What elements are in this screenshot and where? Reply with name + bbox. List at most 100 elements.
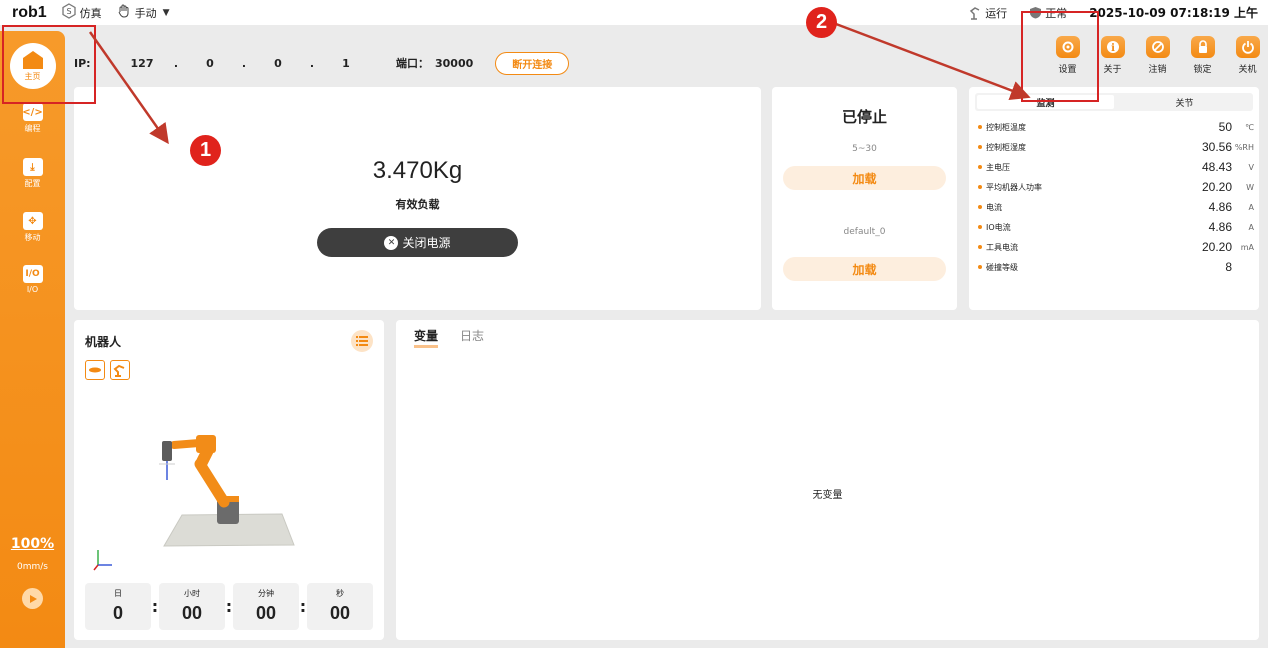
power-off-button[interactable]: ✕ 关闭电源	[317, 228, 518, 257]
sidebar-item-home[interactable]: 主页	[7, 43, 58, 89]
robot-view-button[interactable]	[110, 360, 130, 380]
velocity-readout: 0mm/s	[17, 562, 48, 572]
lock-icon	[1190, 36, 1215, 58]
play-icon	[29, 594, 37, 603]
monitor-name: 控制柜湿度	[986, 142, 1026, 152]
manual-mode-dropdown[interactable]: 手动 ▼	[116, 3, 170, 22]
home-icon	[22, 51, 43, 69]
monitor-value: 20.20	[1201, 240, 1232, 254]
program-range: 5~30	[852, 144, 877, 154]
timer-value: 00	[181, 603, 203, 623]
ip-octet-field[interactable]: 0	[258, 57, 298, 70]
timer-separator: :	[225, 597, 233, 616]
health-status-label: 正常	[1045, 6, 1068, 20]
tab-monitor[interactable]: 监测	[977, 95, 1114, 109]
base-view-button[interactable]	[85, 360, 105, 380]
tab-joints[interactable]: 关节	[1116, 93, 1253, 111]
monitor-value: 48.43	[1201, 160, 1232, 174]
sidebar-item-io[interactable]: I/O I/O	[0, 265, 65, 294]
ip-separator: .	[309, 56, 315, 70]
runtime-timer: 日 0 : 小时 00 : 分钟 00 : 秒 00	[85, 583, 373, 630]
monitor-value: 50	[1218, 120, 1232, 134]
speed-percentage[interactable]: 100%	[0, 536, 65, 552]
robot-arm-icon	[113, 364, 125, 377]
monitor-name: 工具电流	[986, 242, 1018, 252]
disconnect-button[interactable]: 断开连接	[495, 51, 570, 75]
hexagon-s-icon: S	[61, 3, 77, 22]
robot-3d-view[interactable]	[74, 390, 384, 600]
monitor-row: 碰撞等级 8	[978, 257, 1254, 277]
shutdown-label: 关机	[1238, 65, 1257, 75]
caret-down-icon: ▼	[162, 7, 170, 18]
about-label: 关于	[1103, 65, 1122, 75]
monitor-unit: ℃	[1245, 122, 1254, 132]
timer-seconds: 秒 00	[307, 583, 373, 630]
timer-hours: 小时 00	[159, 583, 225, 630]
load-default-button[interactable]: 加载	[783, 257, 946, 281]
connection-bar: IP: 127 . 0 . 0 . 1 端口： 30000 断开连接	[74, 50, 570, 76]
ip-octet-field[interactable]: 127	[122, 57, 162, 70]
timer-label: 秒	[336, 589, 344, 598]
payload-panel: 3.470Kg 有效负载 ✕ 关闭电源	[74, 87, 761, 310]
settings-label: 设置	[1058, 65, 1077, 75]
download-icon: ⤓	[22, 158, 43, 176]
lock-label: 锁定	[1193, 65, 1212, 75]
sidebar-item-config[interactable]: ⤓ 配置	[0, 158, 65, 189]
empty-variables-message: 无变量	[812, 490, 843, 501]
ip-octet-field[interactable]: 1	[326, 57, 366, 70]
code-icon: </>	[22, 103, 43, 121]
port-label: 端口：	[396, 57, 429, 70]
monitor-row: 控制柜湿度 30.56 %RH	[978, 137, 1254, 157]
timer-value: 00	[255, 603, 277, 623]
variables-tabs: 变量 日志	[414, 327, 506, 348]
logout-icon	[1145, 36, 1170, 58]
monitor-row: 控制柜温度 50 ℃	[978, 117, 1254, 137]
top-bar: rob1 S 仿真 手动 ▼ 运行 正常 2025-10-09 07:18:19…	[0, 0, 1268, 25]
timer-label: 小时	[184, 589, 200, 598]
list-menu-button[interactable]	[351, 330, 373, 352]
app-title: rob1	[12, 3, 47, 21]
sidebar-item-move[interactable]: ✥ 移动	[0, 212, 65, 243]
monitor-value: 4.86	[1208, 220, 1232, 234]
tab-log[interactable]: 日志	[460, 327, 484, 348]
play-button[interactable]	[22, 588, 43, 609]
timer-value: 0	[112, 603, 123, 623]
power-off-label: 关闭电源	[402, 236, 451, 250]
manual-mode-label: 手动	[134, 6, 157, 20]
sidebar-item-program[interactable]: </> 编程	[0, 103, 65, 134]
list-icon	[356, 336, 368, 346]
ip-octet-field[interactable]: 0	[190, 57, 230, 70]
robot-arm-icon	[970, 6, 980, 20]
settings-button[interactable]: 设置	[1045, 36, 1090, 75]
lock-button[interactable]: 锁定	[1180, 36, 1225, 75]
robot-panel-title: 机器人	[85, 335, 122, 349]
monitor-unit: A	[1248, 222, 1254, 232]
power-icon	[1235, 36, 1260, 58]
load-button[interactable]: 加载	[783, 166, 946, 190]
sidebar: 主页 </> 编程 ⤓ 配置 ✥ 移动 I/O I/O 100% 0mm/s B…	[0, 31, 65, 648]
timer-label: 日	[114, 589, 122, 598]
shutdown-button[interactable]: 关机	[1225, 36, 1268, 75]
base-plate-icon	[89, 367, 101, 373]
about-button[interactable]: i 关于	[1090, 36, 1135, 75]
variables-panel: 变量 日志 无变量	[396, 320, 1259, 640]
shield-icon	[1030, 7, 1042, 19]
ip-separator: .	[173, 56, 179, 70]
logout-button[interactable]: 注销	[1135, 36, 1180, 75]
timer-label: 分钟	[258, 589, 274, 598]
monitor-row: 工具电流 20.20 mA	[978, 237, 1254, 257]
port-field[interactable]: 30000	[435, 57, 473, 70]
timer-separator: :	[151, 597, 159, 616]
payload-value: 3.470Kg	[372, 157, 463, 184]
sidebar-item-label: I/O	[26, 285, 39, 294]
monitor-name: IO电流	[986, 222, 1011, 232]
monitor-tabs: 监测 关节	[975, 93, 1253, 111]
monitor-unit: mA	[1240, 242, 1254, 252]
tab-variables[interactable]: 变量	[414, 327, 439, 348]
run-status: 运行	[968, 5, 1007, 21]
health-status: 正常	[1029, 5, 1067, 21]
axes-gizmo-icon	[93, 550, 112, 571]
simulation-mode-button[interactable]: S 仿真	[61, 3, 102, 22]
monitor-name: 控制柜温度	[986, 122, 1026, 132]
timer-separator: :	[299, 597, 307, 616]
